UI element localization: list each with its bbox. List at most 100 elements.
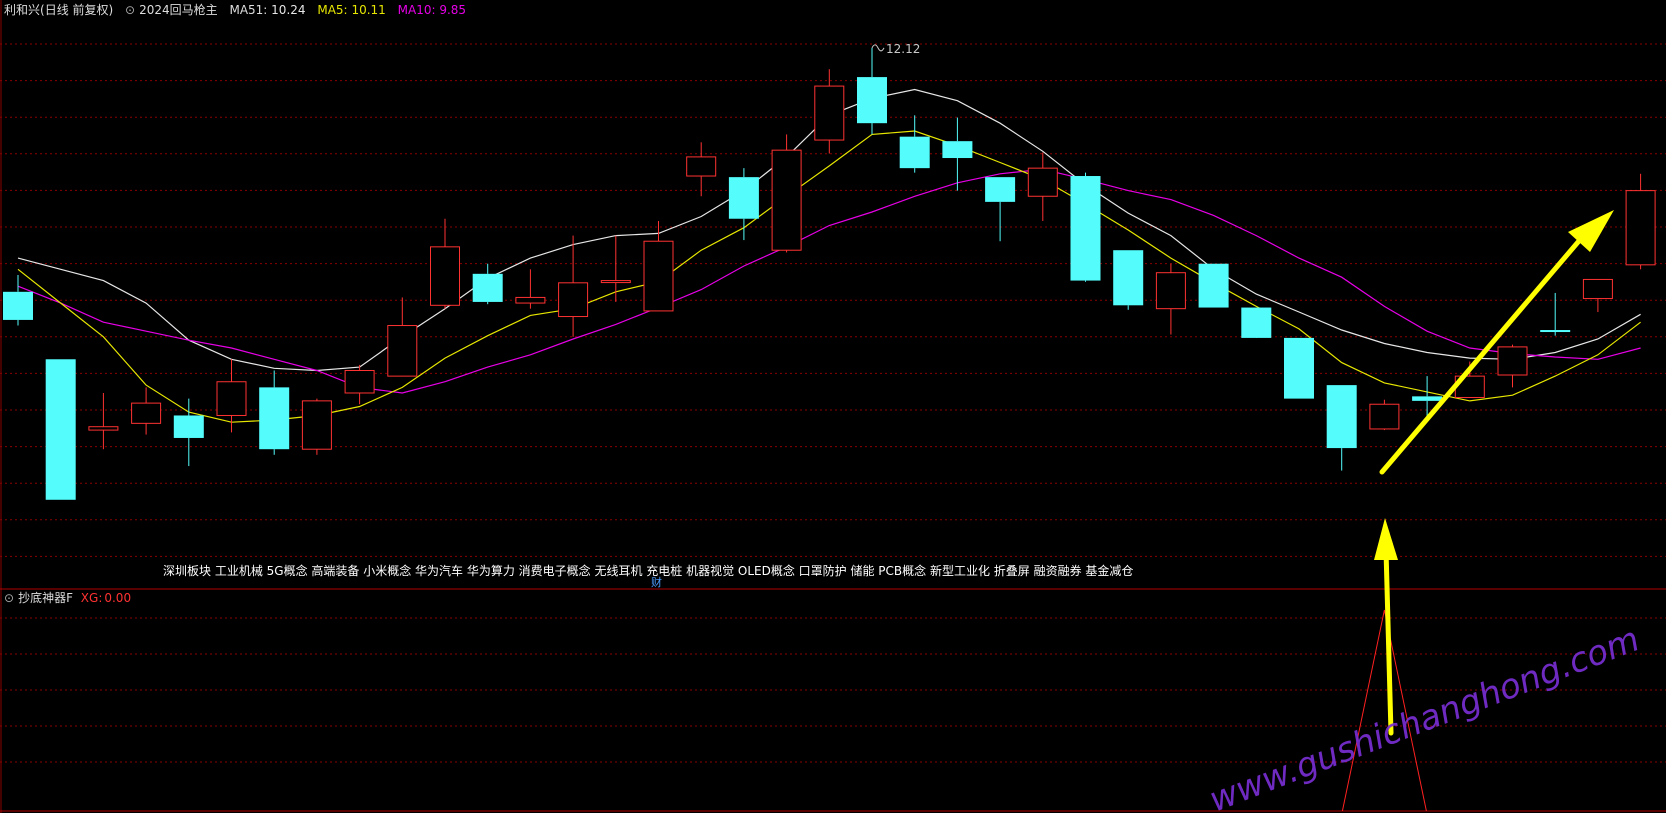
candle (942, 117, 973, 191)
candle (173, 398, 204, 467)
candle-body-down (1241, 307, 1272, 338)
ma5-value: 10.11 (351, 3, 386, 17)
candle (88, 392, 119, 450)
candle (1625, 173, 1656, 270)
settings-icon[interactable]: ⊙ (4, 591, 14, 605)
ma5-label: MA5: (317, 3, 348, 17)
candle-body-down (3, 291, 33, 320)
candle (1497, 344, 1528, 388)
candle (344, 364, 375, 405)
candle-body-up (301, 400, 332, 450)
candle (387, 297, 418, 377)
candle (814, 69, 845, 154)
candle-body-up (814, 85, 845, 141)
candle-body-up (515, 296, 546, 304)
candle-body-down (985, 177, 1016, 202)
candle-body-down (857, 77, 887, 124)
stock-name[interactable]: 利和兴 (4, 3, 40, 17)
bottom-arrow-head (1374, 518, 1398, 560)
concept-tail: 财 (651, 576, 662, 589)
candle-body-down (1284, 337, 1314, 399)
candle-body-up (558, 282, 589, 318)
candle (1155, 263, 1186, 335)
candle-body-up (686, 156, 717, 177)
indicator-name[interactable]: 抄底神器F (18, 591, 73, 605)
candle-body-down (1412, 396, 1443, 401)
candle-body-down (899, 136, 930, 169)
ma10-label: MA10: (397, 3, 436, 17)
candle (131, 387, 162, 435)
candle (1241, 307, 1272, 338)
candle-body-up (1155, 272, 1186, 310)
candle-body-up (88, 426, 119, 431)
candle-body-up (1369, 403, 1400, 430)
ma51-label: MA51: (229, 3, 268, 17)
watermark: www.gushichanghong.com (1204, 619, 1645, 813)
header-bar: 利和兴(日线 前复权) ⊙ 2024回马枪主 MA51: 10.24 MA5: 1… (4, 1, 474, 19)
candle-body-down (1070, 176, 1101, 281)
candle (1326, 385, 1357, 471)
bottom-arrow-shaft (1383, 547, 1394, 736)
candle (1412, 376, 1443, 422)
candle (1027, 152, 1058, 221)
candle (301, 398, 332, 455)
candle-body-up (387, 325, 418, 377)
candle-body-down (259, 387, 290, 450)
ma10-value: 9.85 (439, 3, 467, 17)
candle-body-down (1113, 250, 1144, 306)
candle (1284, 337, 1314, 399)
candle-body-up (643, 240, 674, 312)
candle (1113, 250, 1144, 310)
candle (600, 235, 631, 302)
settings-icon[interactable]: ⊙ (125, 3, 135, 17)
candle-body-up (1582, 278, 1613, 300)
candle-body-up (344, 370, 375, 394)
indicator-header: ⊙ 抄底神器F XG: 0.00 (4, 589, 139, 607)
max-price-marker (871, 44, 885, 52)
candle (1070, 172, 1101, 282)
candle-body-up (600, 280, 631, 284)
ma51-value: 10.24 (271, 3, 306, 17)
candle-body-up (771, 149, 802, 251)
candle-body-up (1027, 167, 1058, 197)
candle-body-down (472, 273, 503, 302)
candle (1369, 399, 1400, 431)
candle-body-down (1198, 263, 1229, 308)
candle-body-up (1625, 190, 1656, 266)
candle-body-down (728, 177, 759, 219)
candle (899, 115, 930, 173)
candle-body-down (1540, 330, 1571, 333)
candle-body-down (173, 415, 204, 438)
candle (472, 263, 503, 305)
period-label[interactable]: (日线 前复权) (40, 3, 113, 17)
candlesticks (3, 47, 1656, 500)
candle (259, 370, 290, 455)
candle (857, 47, 887, 135)
candle-body-down (45, 359, 76, 500)
kline-chart[interactable]: 12.12 www.gushichanghong.com (0, 0, 1666, 813)
candle (686, 142, 717, 197)
candle-body-up (131, 402, 162, 424)
ma5-line (17, 130, 1641, 423)
candle (515, 269, 546, 309)
xg-label: XG: (80, 591, 103, 605)
candle (728, 168, 759, 241)
candle (1198, 263, 1229, 308)
candle-body-up (1497, 346, 1528, 376)
strategy-name[interactable]: 2024回马枪主 (139, 3, 218, 17)
candle (45, 359, 76, 500)
candle-body-up (430, 246, 460, 306)
candle (1582, 278, 1613, 313)
candle (558, 235, 589, 337)
candle-body-down (942, 141, 973, 159)
xg-value: 0.00 (104, 591, 132, 605)
candle (985, 177, 1016, 242)
concept-tags: 深圳板块 工业机械 5G概念 高端装备 小米概念 华为汽车 华为算力 消费电子概… (163, 564, 1134, 578)
candle (1540, 292, 1571, 336)
candle-body-up (216, 381, 247, 416)
candle (430, 218, 460, 309)
max-price-label: 12.12 (886, 42, 920, 56)
candle (3, 274, 33, 326)
candle-body-down (1326, 385, 1357, 449)
candle (771, 134, 802, 253)
